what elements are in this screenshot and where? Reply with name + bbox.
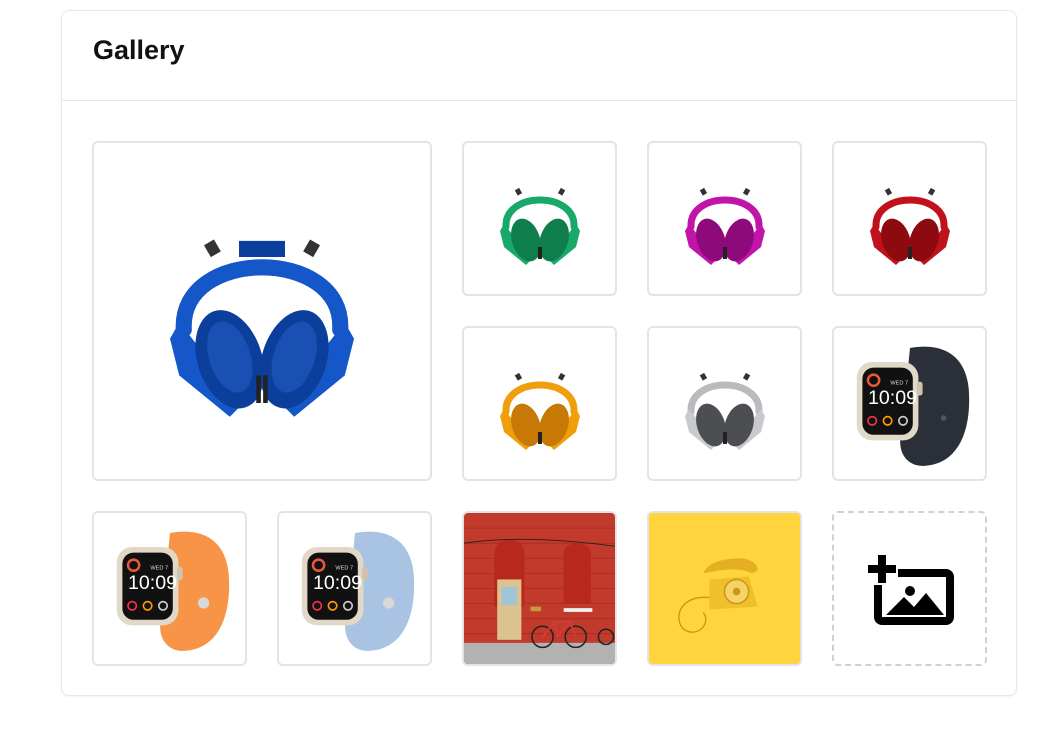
svg-text:WED 7: WED 7 (335, 565, 353, 571)
add-photo-icon (865, 552, 954, 625)
headphones-icon (684, 187, 765, 265)
gallery-item-silver-headphones[interactable] (647, 326, 802, 481)
headphones-icon (499, 187, 580, 265)
watch-time: 10:09 (128, 572, 177, 594)
gallery-item-red-wall-bicycle[interactable] (462, 511, 617, 666)
gallery-item-blue-watch[interactable]: WED 7 10:09 (277, 511, 432, 666)
gallery-title: Gallery (93, 35, 185, 65)
smartwatch-icon: WED 7 10:09 (116, 531, 229, 651)
gallery-item-red-headphones[interactable] (832, 141, 987, 296)
photo-wall-bicycle-icon (464, 513, 615, 664)
watch-time: 10:09 (313, 572, 362, 594)
gallery-item-orange-watch[interactable]: WED 7 10:09 (92, 511, 247, 666)
gallery-item-magenta-headphones[interactable] (647, 141, 802, 296)
headphones-icon (869, 187, 950, 265)
watch-time: 10:09 (868, 387, 917, 409)
gallery-item-yellow-telephone[interactable] (647, 511, 802, 666)
gallery-item-orange-headphones[interactable] (462, 326, 617, 481)
rotary-telephone-icon (649, 513, 800, 664)
headphones-icon (499, 372, 580, 450)
gallery-item-black-watch[interactable]: WED 7 10:09 (832, 326, 987, 481)
headphones-icon (170, 239, 354, 417)
gallery-item-featured[interactable] (92, 141, 432, 481)
add-photo-button[interactable] (832, 511, 987, 666)
svg-text:WED 7: WED 7 (150, 565, 168, 571)
gallery-card: Gallery WED 7 10:09 WED 7 10:09 WED 7 10… (61, 10, 1017, 696)
headphones-icon (684, 372, 765, 450)
smartwatch-icon: WED 7 10:09 (856, 346, 969, 466)
svg-text:WED 7: WED 7 (890, 380, 908, 386)
smartwatch-icon: WED 7 10:09 (301, 531, 414, 651)
card-header: Gallery (62, 11, 1016, 101)
gallery-item-green-headphones[interactable] (462, 141, 617, 296)
